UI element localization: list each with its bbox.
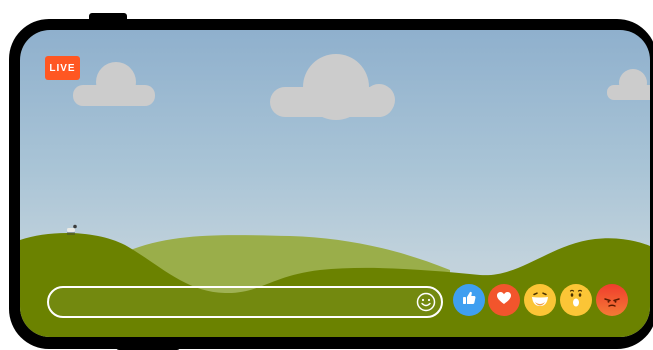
phone-frame: LIVE	[9, 19, 653, 349]
thumbs-up-icon	[460, 289, 478, 312]
reaction-like-button[interactable]	[453, 284, 485, 316]
reaction-angry-button[interactable]	[596, 284, 628, 316]
comment-input[interactable]	[61, 291, 405, 315]
reaction-haha-button[interactable]	[524, 284, 556, 316]
reaction-wow-button[interactable]	[560, 284, 592, 316]
reaction-love-button[interactable]	[488, 284, 520, 316]
live-video-screen: LIVE	[20, 30, 650, 337]
emoji-icon[interactable]	[416, 292, 436, 312]
surprised-face-icon	[563, 285, 589, 316]
cloud-left	[73, 62, 155, 106]
laughing-face-icon	[527, 285, 553, 316]
cloud-right	[607, 69, 650, 100]
live-badge: LIVE	[45, 56, 80, 80]
heart-icon	[495, 289, 513, 312]
angry-face-icon	[599, 285, 625, 316]
cloud-center	[270, 54, 395, 120]
comment-box[interactable]	[47, 286, 443, 318]
